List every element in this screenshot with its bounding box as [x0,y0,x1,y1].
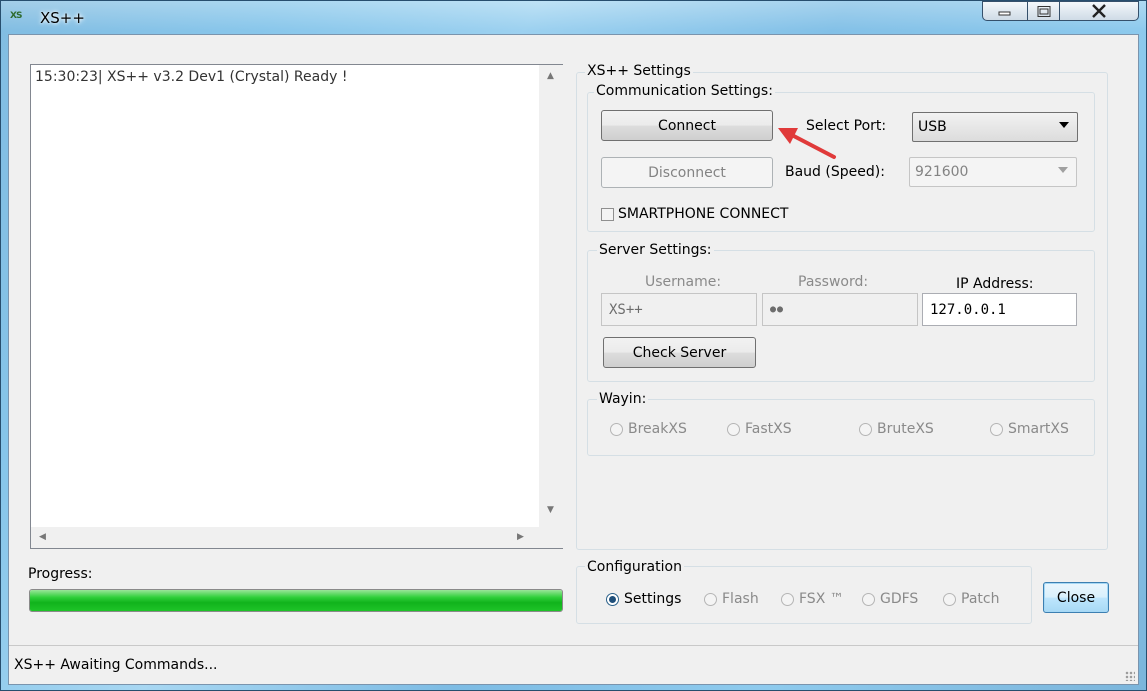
status-bar: XS++ Awaiting Commands... [9,645,1138,684]
radio-circle [610,422,623,436]
config-radio-gdfs[interactable]: GDFS [862,591,918,607]
progress-fill [30,590,562,611]
resize-grip-icon[interactable] [1125,671,1135,681]
minimize-icon [998,11,1011,16]
maximize-button[interactable] [1027,1,1060,21]
minimize-button[interactable] [982,1,1028,21]
password-label: Password: [798,274,869,290]
checkbox-box [601,207,614,221]
smartphone-connect-checkbox[interactable]: SMARTPHONE CONNECT [601,206,788,222]
radio-label: BreakXS [628,421,687,437]
scroll-right-arrow-icon[interactable]: ▶ [517,532,524,542]
app-icon: XS [10,11,22,21]
log-line: 15:30:23| XS++ v3.2 Dev1 (Crystal) Ready… [35,69,348,85]
radio-label: GDFS [880,591,919,607]
select-port-dropdown[interactable]: USB [912,112,1078,142]
close-button[interactable]: Close [1043,582,1109,613]
annotation-arrow-icon [778,128,836,159]
radio-label: FSX ™ [799,591,844,607]
radio-circle [727,422,740,436]
smartphone-connect-label: SMARTPHONE CONNECT [618,206,789,222]
configuration-group-title: Configuration [585,559,684,575]
username-label: Username: [645,274,722,290]
baud-label: Baud (Speed): [785,164,885,180]
communication-group-title: Communication Settings: [594,83,775,99]
radio-circle [704,592,717,606]
username-field[interactable]: XS++ [601,293,757,326]
radio-circle [943,592,956,606]
config-radio-fsx[interactable]: FSX ™ [781,591,844,607]
status-text: XS++ Awaiting Commands... [14,657,218,673]
scroll-left-arrow-icon[interactable]: ◀ [39,532,46,542]
password-field[interactable]: ●● [762,293,918,326]
wayin-radio-fastxs[interactable]: FastXS [727,421,792,437]
config-radio-flash[interactable]: Flash [704,591,759,607]
radio-label: Patch [961,591,1000,607]
radio-label: SmartXS [1008,421,1069,437]
ip-address-field[interactable]: 127.0.0.1 [922,293,1077,326]
window-title: XS++ [40,9,85,27]
baud-value: 921600 [915,164,969,180]
radio-circle [781,592,794,606]
radio-label: Flash [722,591,759,607]
window-close-button[interactable] [1059,1,1139,21]
ip-address-label: IP Address: [956,276,1034,292]
chevron-down-icon [1059,122,1069,128]
wayin-radio-smartxs[interactable]: SmartXS [990,421,1069,437]
scrollbar-corner [539,527,563,548]
log-textbox[interactable]: 15:30:23| XS++ v3.2 Dev1 (Crystal) Ready… [30,64,563,549]
wayin-radio-brutexs[interactable]: BruteXS [859,421,934,437]
wayin-group-title: Wayin: [597,391,649,407]
select-port-value: USB [918,119,947,135]
connect-button[interactable]: Connect [601,110,773,141]
server-group-title: Server Settings: [597,242,714,258]
config-radio-settings[interactable]: Settings [606,591,681,607]
radio-label: FastXS [745,421,792,437]
radio-circle [606,592,619,606]
wayin-radio-breakxs[interactable]: BreakXS [610,421,687,437]
check-server-button[interactable]: Check Server [603,337,756,368]
log-vertical-scrollbar[interactable]: ▲ ▼ [539,65,563,527]
log-horizontal-scrollbar[interactable]: ◀ ▶ [31,527,539,548]
maximize-icon [1037,5,1050,17]
scroll-up-arrow-icon[interactable]: ▲ [547,71,554,81]
settings-group-title: XS++ Settings [585,63,693,79]
progress-label: Progress: [28,566,93,582]
radio-circle [990,422,1003,436]
config-radio-patch[interactable]: Patch [943,591,999,607]
baud-dropdown[interactable]: 921600 [909,157,1077,187]
chevron-down-icon [1058,167,1068,173]
title-bar[interactable]: XS XS++ [0,0,1147,34]
progress-bar [29,589,563,612]
radio-circle [862,592,875,606]
disconnect-button[interactable]: Disconnect [601,157,773,188]
radio-label: Settings [624,591,682,607]
radio-circle [859,422,872,436]
close-icon [1092,4,1106,18]
scroll-down-arrow-icon[interactable]: ▼ [547,505,554,515]
radio-label: BruteXS [877,421,934,437]
